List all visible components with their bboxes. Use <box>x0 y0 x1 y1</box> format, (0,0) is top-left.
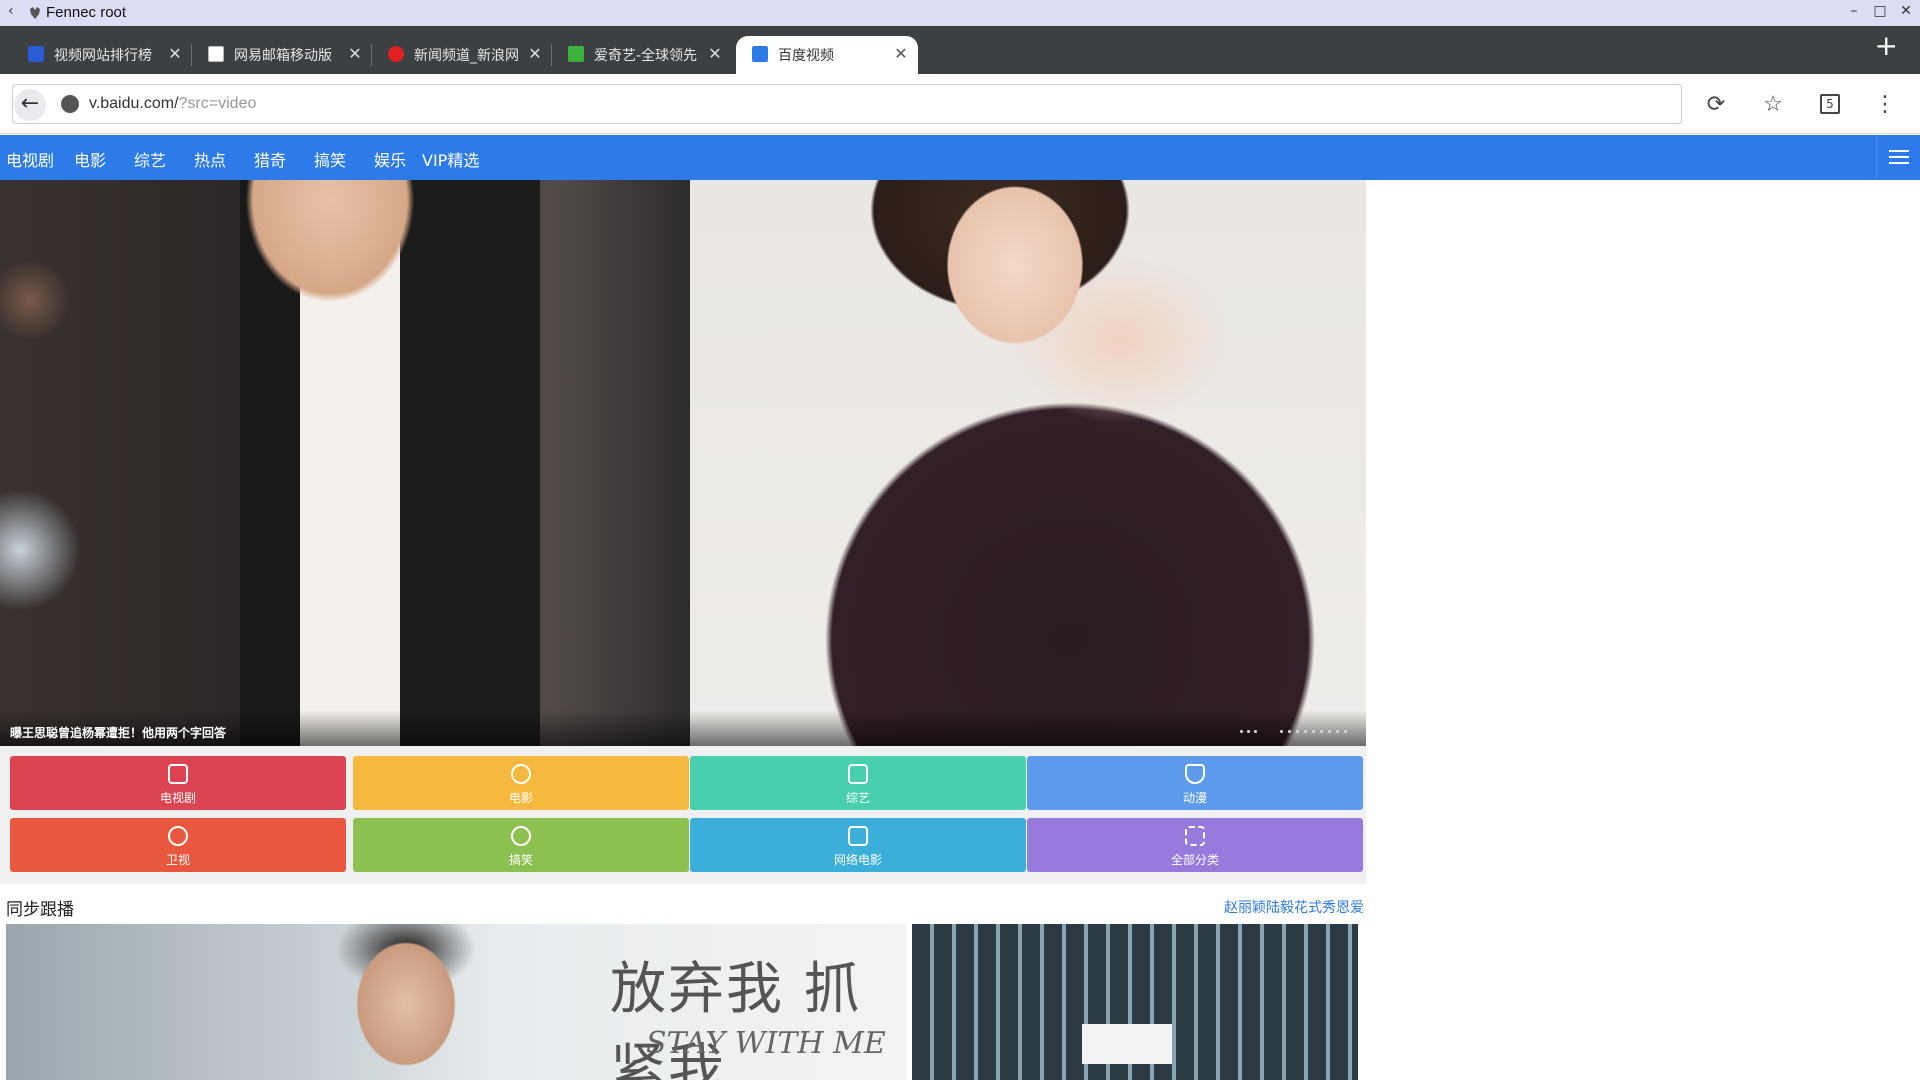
category-anime[interactable]: 动漫 <box>1027 756 1363 810</box>
browser-toolbar: v.baidu.com/?src=video ← ⟳ ☆ 5 ⋮ <box>0 74 1920 134</box>
category-label: 卫视 <box>165 853 190 867</box>
minimize-icon[interactable]: – <box>1844 3 1864 19</box>
tab-switcher-button[interactable]: 5 <box>1820 94 1840 114</box>
nav-item-entertainment[interactable]: 娱乐 <box>374 147 406 171</box>
category-funny[interactable]: 搞笑 <box>353 818 689 872</box>
nav-item-curious[interactable]: 猎奇 <box>254 147 286 171</box>
tab-label: 视频网站排行榜 <box>54 48 152 64</box>
tv-icon <box>168 764 188 784</box>
section-link[interactable]: 赵丽颖陆毅花式秀恩爱 <box>1224 897 1364 917</box>
video-thumbnail-secondary[interactable] <box>912 924 1358 1080</box>
back-button[interactable]: ← <box>14 89 46 121</box>
bookmark-star-icon[interactable]: ☆ <box>1760 92 1786 118</box>
carousel-dot[interactable] <box>1296 730 1299 733</box>
all-categories-icon <box>1185 826 1205 846</box>
hero-banner[interactable]: 曝王思聪曾追杨幂遭拒！他用两个字回答 <box>0 180 1366 746</box>
category-label: 综艺 <box>845 791 870 805</box>
close-window-icon[interactable]: ✕ <box>1896 3 1916 19</box>
banner-title[interactable]: 曝王思聪曾追杨幂遭拒！他用两个字回答 <box>10 724 226 741</box>
nav-item-variety[interactable]: 综艺 <box>134 147 166 171</box>
tab-close-icon[interactable]: ✕ <box>346 44 364 63</box>
tab-favicon-icon <box>752 46 768 62</box>
nav-item-vip[interactable]: VIP精选 <box>422 147 479 171</box>
os-window-title: Fennec root <box>46 4 127 21</box>
variety-icon <box>848 764 868 784</box>
category-satellite-tv[interactable]: 卫视 <box>10 818 346 872</box>
fennec-logo-icon <box>30 7 40 19</box>
tab-close-icon[interactable]: ✕ <box>166 44 184 63</box>
tab-close-icon[interactable]: ✕ <box>526 44 544 63</box>
more-menu-icon[interactable]: ⋮ <box>1872 92 1898 118</box>
funny-icon <box>511 826 531 846</box>
carousel-dot[interactable] <box>1280 730 1283 733</box>
banner-photo-right[interactable] <box>690 180 1366 746</box>
section-title: 同步跟播 <box>6 900 74 920</box>
nav-item-tv[interactable]: 电视剧 <box>6 147 54 171</box>
tab-favicon-icon <box>208 46 224 62</box>
url-text[interactable]: v.baidu.com/?src=video <box>89 95 256 113</box>
carousel-dot[interactable] <box>1304 730 1307 733</box>
tab-baidu-video[interactable]: 百度视频 ✕ <box>736 36 918 74</box>
carousel-dot[interactable] <box>1288 730 1291 733</box>
reload-icon[interactable]: ⟳ <box>1703 92 1729 118</box>
carousel-dot[interactable] <box>1312 730 1315 733</box>
tab-video-ranking[interactable]: 视频网站排行榜 ✕ <box>12 36 192 74</box>
category-label: 全部分类 <box>1170 853 1219 867</box>
video-thumbnail-main[interactable]: 放弃我 抓紧我 STAY WITH ME <box>6 924 906 1080</box>
carousel-dot[interactable] <box>1328 730 1331 733</box>
os-title-bar: ‹ Fennec root – □ ✕ <box>0 0 1920 26</box>
nav-item-movie[interactable]: 电影 <box>74 147 106 171</box>
category-web-movie[interactable]: 网络电影 <box>690 818 1026 872</box>
category-all[interactable]: 全部分类 <box>1027 818 1363 872</box>
tab-label: 百度视频 <box>778 48 834 64</box>
tab-sina-news[interactable]: 新闻频道_新浪网 ✕ <box>372 36 552 74</box>
tab-label: 新闻频道_新浪网 <box>414 48 519 64</box>
thumbnail-graphic <box>1082 1024 1172 1064</box>
carousel-dot[interactable] <box>1240 730 1243 733</box>
tab-close-icon[interactable]: ✕ <box>706 44 724 63</box>
carousel-dot[interactable] <box>1247 730 1250 733</box>
banner-photo-left[interactable] <box>0 180 690 746</box>
carousel-dot[interactable] <box>1320 730 1323 733</box>
tab-favicon-icon <box>568 46 584 62</box>
site-nav-bar: 电视剧 电影 综艺 热点 猎奇 搞笑 娱乐 VIP精选 <box>0 135 1920 180</box>
tab-favicon-icon <box>28 46 44 62</box>
poster-subtitle: STAY WITH ME <box>646 1026 886 1061</box>
os-back-icon[interactable]: ‹ <box>8 3 14 19</box>
nav-item-hot[interactable]: 热点 <box>194 147 226 171</box>
satellite-icon <box>168 826 188 846</box>
category-label: 搞笑 <box>508 853 533 867</box>
address-bar[interactable]: v.baidu.com/?src=video <box>12 84 1682 124</box>
new-tab-button[interactable]: + <box>1875 29 1898 62</box>
nav-menu-icon[interactable] <box>1876 135 1920 180</box>
tab-close-icon[interactable]: ✕ <box>892 44 910 63</box>
category-variety[interactable]: 综艺 <box>690 756 1026 810</box>
tab-label: 网易邮箱移动版 <box>234 48 332 64</box>
category-tv[interactable]: 电视剧 <box>10 756 346 810</box>
category-label: 电视剧 <box>159 791 196 805</box>
tab-strip: 视频网站排行榜 ✕ 网易邮箱移动版 ✕ 新闻频道_新浪网 ✕ 爱奇艺-全球领先 … <box>0 26 1920 74</box>
tab-iqiyi[interactable]: 爱奇艺-全球领先 ✕ <box>552 36 732 74</box>
tab-favicon-icon <box>388 46 404 62</box>
site-info-icon[interactable] <box>61 95 79 113</box>
web-movie-icon <box>848 826 868 846</box>
maximize-icon[interactable]: □ <box>1870 3 1890 19</box>
browser-window: ‹ Fennec root – □ ✕ 视频网站排行榜 ✕ 网易邮箱移动版 ✕ … <box>0 0 1920 1080</box>
anime-icon <box>1185 764 1205 784</box>
category-label: 电影 <box>508 791 533 805</box>
category-grid: 电视剧 电影 综艺 动漫 卫视 搞笑 网络电影 全部分类 <box>0 746 1366 884</box>
category-label: 网络电影 <box>833 853 882 867</box>
category-movie[interactable]: 电影 <box>353 756 689 810</box>
tab-label: 爱奇艺-全球领先 <box>594 48 698 64</box>
carousel-dot[interactable] <box>1344 730 1347 733</box>
carousel-dot[interactable] <box>1336 730 1339 733</box>
film-reel-icon <box>511 764 531 784</box>
category-label: 动漫 <box>1182 791 1207 805</box>
carousel-dot[interactable] <box>1254 730 1257 733</box>
nav-item-funny[interactable]: 搞笑 <box>314 147 346 171</box>
tab-163-mail[interactable]: 网易邮箱移动版 ✕ <box>192 36 372 74</box>
